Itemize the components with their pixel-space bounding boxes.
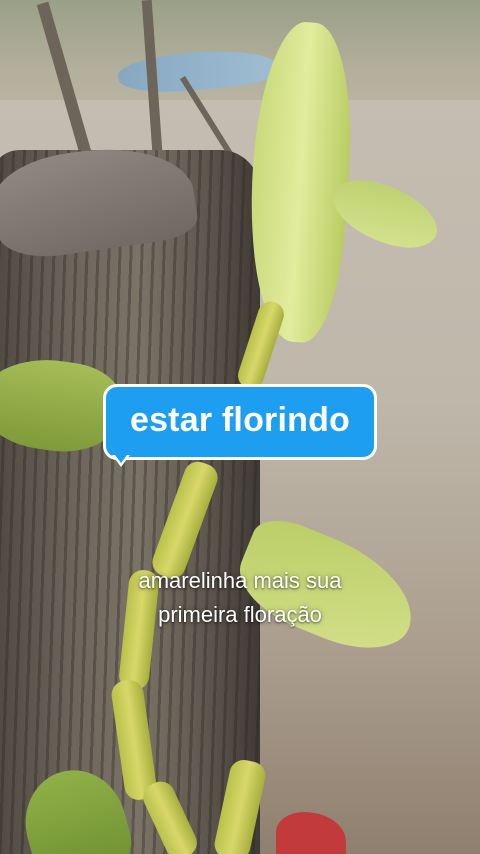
caption-line-1: amarelinha mais sua	[138, 568, 342, 593]
sticker-tail-fill	[115, 455, 127, 463]
sticker-text: estar florindo	[129, 400, 351, 439]
caption-line-2: primeira floração	[158, 602, 322, 627]
caption: amarelinha mais sua primeira floração	[60, 564, 420, 632]
sticker-bubble: estar florindo	[103, 384, 377, 460]
